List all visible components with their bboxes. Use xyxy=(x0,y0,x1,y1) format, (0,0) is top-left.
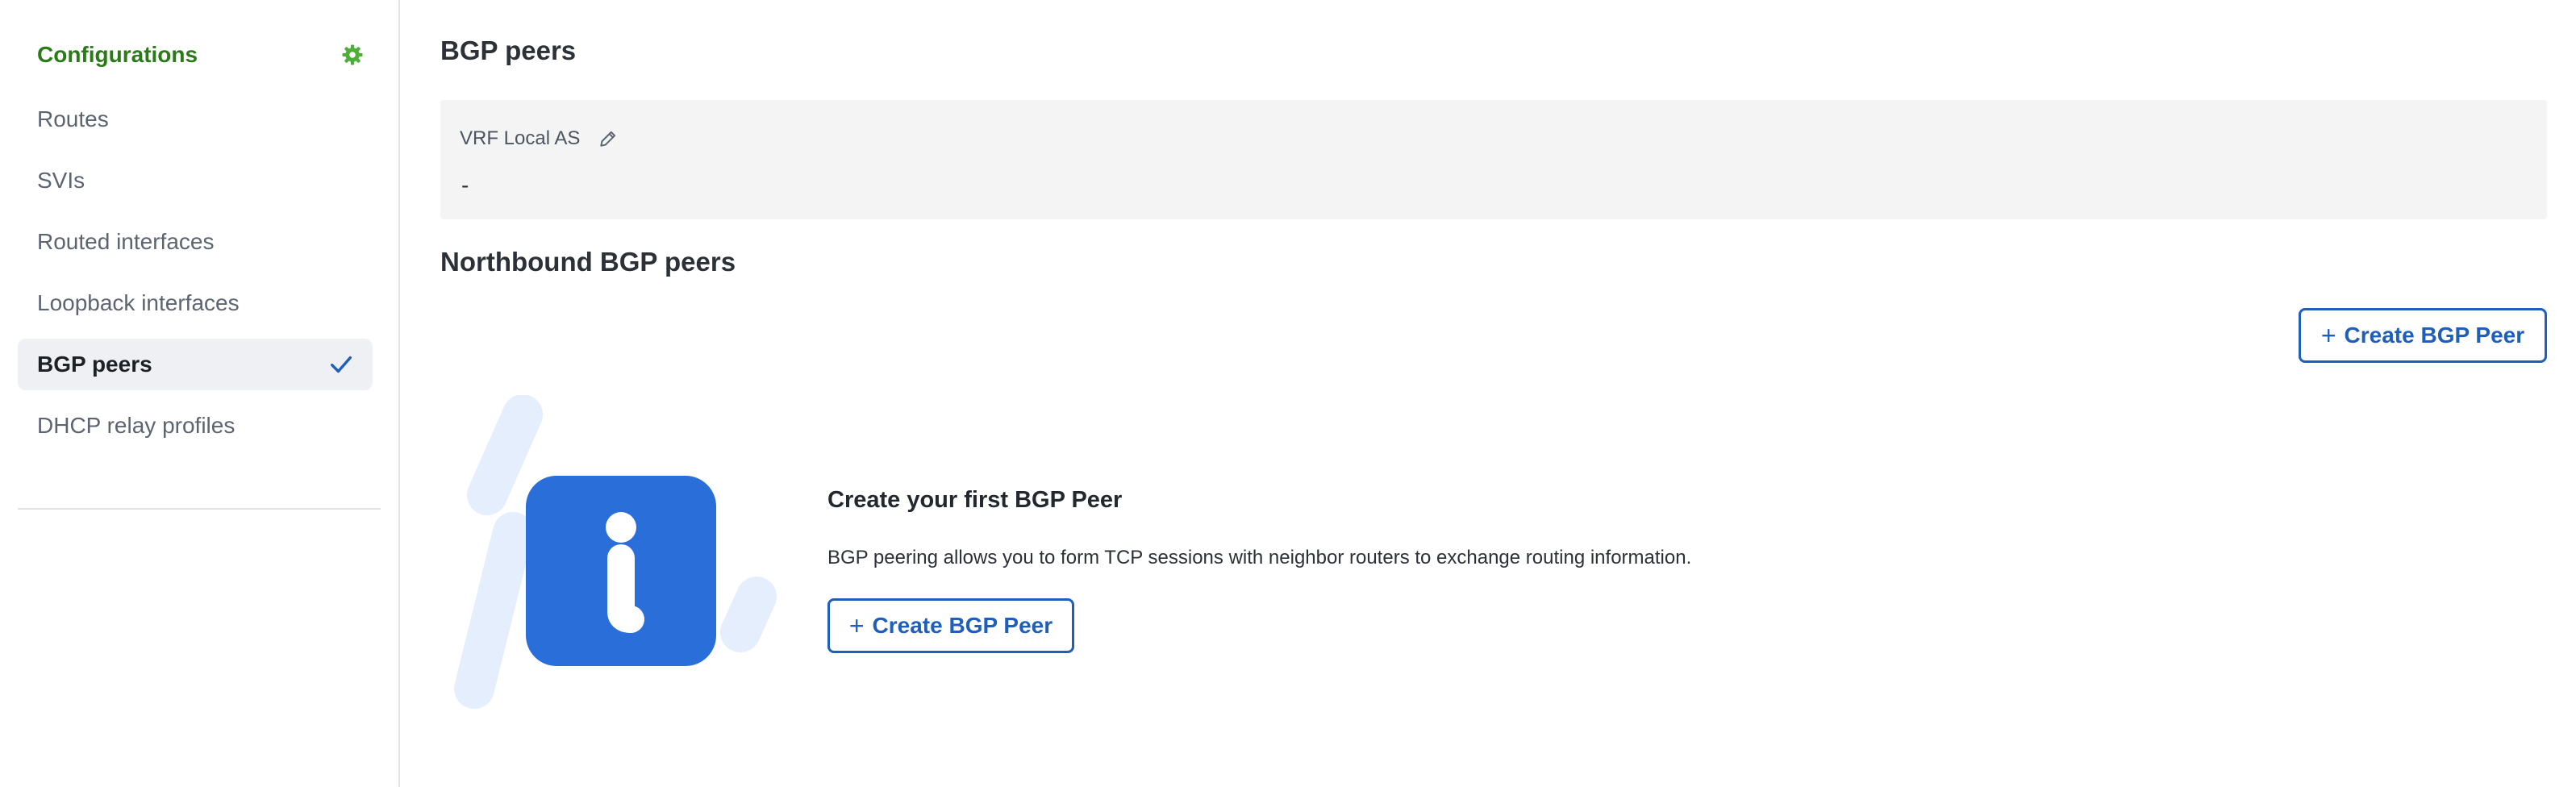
decor-stroke xyxy=(467,395,543,515)
sidebar-item-bgp-peers[interactable]: BGP peers xyxy=(18,339,373,390)
info-icon-stem xyxy=(607,544,644,633)
sidebar-header: Configurations xyxy=(37,39,365,71)
checkmark-icon xyxy=(330,356,352,373)
decor-stroke xyxy=(454,512,533,709)
sidebar-nav: Routes SVIs Routed interfaces Loopback i… xyxy=(18,94,373,461)
plus-icon: + xyxy=(848,611,865,640)
sidebar-item-label: Loopback interfaces xyxy=(37,290,240,315)
sidebar-item-routed-interfaces[interactable]: Routed interfaces xyxy=(18,216,373,268)
sidebar-item-label: DHCP relay profiles xyxy=(37,413,236,438)
sidebar-divider xyxy=(18,508,381,510)
sidebar-title: Configurations xyxy=(37,42,198,67)
plus-icon: + xyxy=(2320,321,2336,350)
sidebar-item-dhcp-relay-profiles[interactable]: DHCP relay profiles xyxy=(18,400,373,452)
vrf-local-as-panel: VRF Local AS - xyxy=(440,100,2547,219)
sidebar-item-label: Routed interfaces xyxy=(37,229,215,254)
sidebar-item-loopback-interfaces[interactable]: Loopback interfaces xyxy=(18,277,373,329)
vrf-local-as-value: - xyxy=(461,173,469,198)
sidebar-item-label: BGP peers xyxy=(37,352,152,377)
info-icon-dot xyxy=(606,512,636,543)
sidebar-item-svis[interactable]: SVIs xyxy=(18,155,373,206)
vrf-label-row: VRF Local AS xyxy=(460,127,619,150)
empty-state-description: BGP peering allows you to form TCP sessi… xyxy=(827,547,1692,568)
sidebar-item-label: SVIs xyxy=(37,168,85,193)
info-illustration xyxy=(454,395,777,709)
empty-state-title: Create your first BGP Peer xyxy=(827,487,1123,513)
sidebar-item-routes[interactable]: Routes xyxy=(18,94,373,145)
northbound-section-title: Northbound BGP peers xyxy=(440,247,736,277)
sidebar-item-label: Routes xyxy=(37,106,109,131)
gear-icon[interactable] xyxy=(340,43,365,67)
create-bgp-peer-label: Create BGP Peer xyxy=(872,613,1053,638)
create-bgp-peer-button[interactable]: + Create BGP Peer xyxy=(2299,308,2547,363)
empty-state-create-bgp-peer-button[interactable]: + Create BGP Peer xyxy=(827,598,1074,653)
create-bgp-peer-label: Create BGP Peer xyxy=(2344,323,2525,348)
vrf-local-as-label: VRF Local AS xyxy=(460,127,581,149)
page-title: BGP peers xyxy=(440,35,577,65)
sidebar: Configurations Routes SVIs Routed interf… xyxy=(0,0,400,787)
decor-stroke xyxy=(720,577,777,652)
main-content: BGP peers VRF Local AS - Northbound BGP … xyxy=(402,0,2576,787)
pencil-icon[interactable] xyxy=(598,128,619,149)
